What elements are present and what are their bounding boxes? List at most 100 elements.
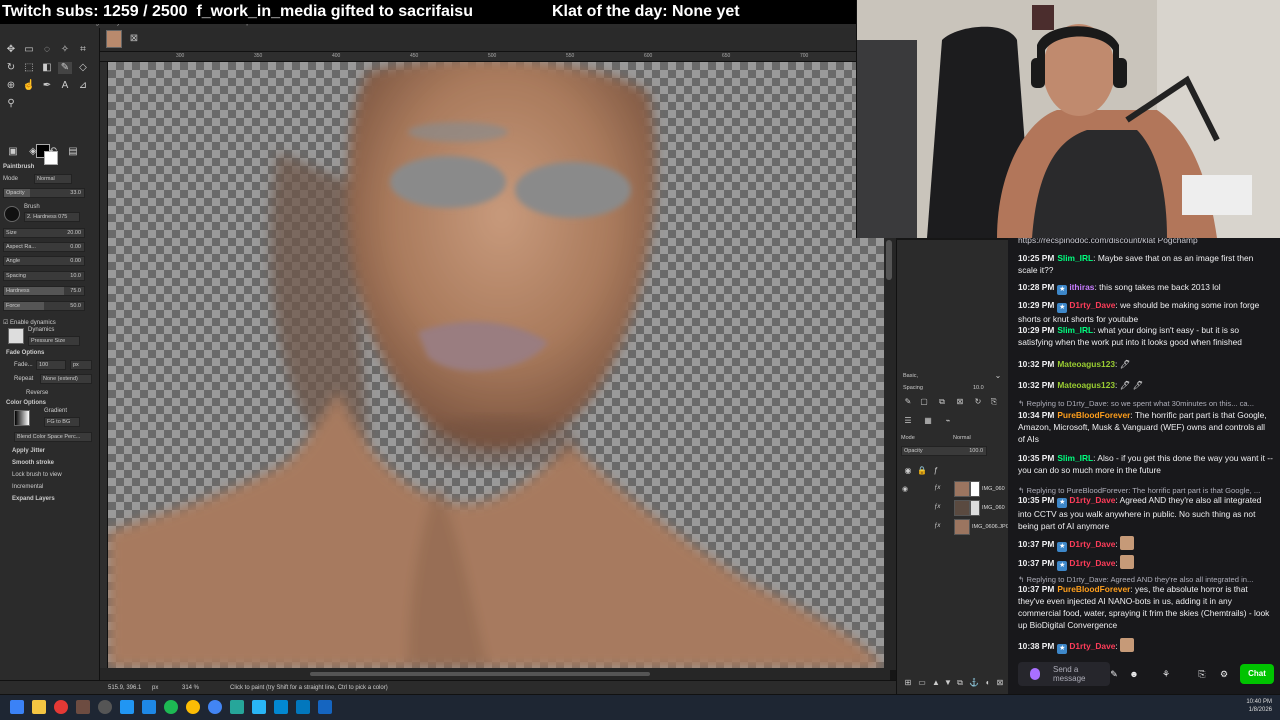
app-icon[interactable]: [120, 700, 134, 714]
size-slider[interactable]: Size 20.00: [3, 228, 85, 238]
chat-username[interactable]: Slim_IRL: [1057, 253, 1093, 263]
delete-brush-icon[interactable]: ⊠: [955, 397, 965, 407]
chat-username[interactable]: ithiras: [1069, 282, 1094, 292]
unit-select[interactable]: px: [152, 685, 158, 691]
obs-icon[interactable]: [98, 700, 112, 714]
undo-history-tab-icon[interactable]: ↶: [46, 146, 60, 158]
new-layer-group-icon[interactable]: ▭: [917, 678, 927, 688]
hardness-slider[interactable]: Hardness 75.0: [3, 286, 85, 296]
layer-mode-select[interactable]: Normal: [953, 435, 971, 441]
eye-icon[interactable]: ◉: [902, 485, 908, 493]
chat-username[interactable]: Slim_IRL: [1057, 453, 1093, 463]
edge-icon[interactable]: [142, 700, 156, 714]
zoom-select[interactable]: 314 %: [182, 685, 199, 691]
fade-length-input[interactable]: 100: [36, 360, 66, 370]
spotify-icon[interactable]: [164, 700, 178, 714]
fade-unit-select[interactable]: px: [70, 360, 92, 370]
warp-icon[interactable]: ↻: [4, 62, 18, 74]
layer-row[interactable]: ƒx IMG_0606.JPG: [896, 518, 1010, 536]
chrome-icon[interactable]: [186, 700, 200, 714]
free-select-icon[interactable]: ◌: [40, 44, 54, 56]
paintbrush-icon[interactable]: ✎: [58, 62, 72, 74]
brave-browser-icon[interactable]: [54, 700, 68, 714]
spacing-slider[interactable]: Spacing 10.0: [3, 271, 85, 281]
fuzzy-select-icon[interactable]: ✧: [58, 44, 72, 56]
layers-tab-icon[interactable]: ☰: [903, 416, 913, 426]
images-tab-icon[interactable]: ▤: [66, 146, 80, 158]
lock-position-icon[interactable]: 🔒: [917, 466, 927, 476]
chat-username[interactable]: D1rty_Dave: [1069, 539, 1115, 549]
chat-username[interactable]: Slim_IRL: [1057, 325, 1093, 335]
text-tool-icon[interactable]: A: [58, 80, 72, 92]
paths-icon[interactable]: ✒: [40, 80, 54, 92]
duplicate-layer-icon[interactable]: ⧉: [955, 678, 965, 688]
subscriber-badge-icon[interactable]: ★: [1057, 498, 1068, 508]
rect-select-icon[interactable]: ▭: [22, 44, 36, 56]
photos-icon[interactable]: [274, 700, 288, 714]
chat-username[interactable]: D1rty_Dave: [1069, 300, 1115, 310]
display-icon[interactable]: [296, 700, 310, 714]
remote-icon[interactable]: [318, 700, 332, 714]
gradient-preview[interactable]: [14, 410, 30, 426]
channels-tab-icon[interactable]: ▦: [923, 416, 933, 426]
new-brush-icon[interactable]: ▢: [919, 397, 929, 407]
chat-emote-image[interactable]: [1120, 638, 1135, 652]
subscriber-badge-icon[interactable]: ★: [1057, 542, 1068, 552]
mask-layer-icon[interactable]: ◐: [983, 678, 993, 688]
gift-icon[interactable]: ⎘: [1196, 668, 1208, 680]
emote-icon[interactable]: ☻: [1128, 668, 1140, 680]
lock-brush-checkbox[interactable]: Lock brush to view: [12, 472, 62, 478]
chat-emote-image[interactable]: [1120, 555, 1135, 569]
enable-dynamics-checkbox[interactable]: ☑ Enable dynamics: [3, 319, 56, 326]
tool-options-tab-icon[interactable]: ▣: [6, 146, 20, 158]
system-clock[interactable]: 10:40 PM 1/8/2026: [1226, 698, 1272, 714]
layer-row[interactable]: ◉ ƒx IMG_060: [896, 480, 1008, 498]
layer-row[interactable]: ƒx IMG_060: [896, 499, 1008, 517]
reverse-checkbox[interactable]: Reverse: [26, 390, 48, 396]
horizontal-scroll-thumb[interactable]: [310, 672, 650, 676]
transform-icon[interactable]: ⬚: [22, 62, 36, 74]
eraser-icon[interactable]: ◇: [76, 62, 90, 74]
paths-tab-icon[interactable]: ⌁: [943, 416, 953, 426]
refresh-brushes-icon[interactable]: ↻: [973, 397, 983, 407]
lock-pixels-icon[interactable]: ◉: [903, 466, 913, 476]
aspect-slider[interactable]: Aspect Ra... 0.00: [3, 242, 85, 252]
incremental-checkbox[interactable]: Incremental: [12, 484, 43, 490]
chat-username[interactable]: Mateoagus123: [1057, 359, 1115, 369]
crop-icon[interactable]: ⌗: [76, 44, 90, 56]
layer-opacity-slider[interactable]: Opacity 100.0: [901, 446, 987, 456]
new-layer-icon[interactable]: ⊞: [903, 678, 913, 688]
bucket-fill-icon[interactable]: ◧: [40, 62, 54, 74]
chat-username[interactable]: Mateoagus123: [1057, 380, 1115, 390]
blend-space-select[interactable]: Blend Color Space Perc...: [14, 432, 92, 442]
translate-icon[interactable]: ✎: [1108, 668, 1120, 680]
repeat-select[interactable]: None (extend): [40, 374, 92, 384]
gradient-select[interactable]: FG to BG: [44, 417, 80, 427]
gimp-taskbar-icon[interactable]: [76, 700, 90, 714]
expand-layers-checkbox[interactable]: Expand Layers: [12, 496, 55, 502]
smudge-icon[interactable]: ☝: [22, 80, 36, 92]
chat-username[interactable]: PureBloodForever: [1057, 584, 1130, 594]
dynamics-select[interactable]: Pressure Size: [28, 336, 80, 346]
settings-gear-icon[interactable]: ⚙: [1218, 668, 1230, 680]
device-status-tab-icon[interactable]: ◈: [26, 146, 40, 158]
chat-username[interactable]: D1rty_Dave: [1069, 495, 1115, 505]
raise-layer-icon[interactable]: ▲: [931, 678, 941, 688]
image-tab-thumbnail[interactable]: [106, 30, 122, 48]
mode-select[interactable]: Normal: [34, 174, 72, 184]
windows-start-icon[interactable]: [10, 700, 24, 714]
edit-brush-icon[interactable]: ✎: [903, 397, 913, 407]
brush-select[interactable]: 2. Hardness 075: [24, 212, 80, 222]
vertical-scroll-thumb[interactable]: [886, 240, 892, 280]
file-explorer-icon[interactable]: [32, 700, 46, 714]
chrome-profile-icon[interactable]: [208, 700, 222, 714]
bits-icon[interactable]: [1030, 668, 1040, 680]
channel-points-icon[interactable]: ⚘: [1160, 668, 1172, 680]
chat-emote-image[interactable]: [1120, 536, 1135, 550]
smooth-stroke-checkbox[interactable]: Smooth stroke: [12, 460, 54, 466]
chevron-down-icon[interactable]: ⌄: [993, 371, 1003, 381]
angle-slider[interactable]: Angle 0.00: [3, 256, 85, 266]
image-canvas[interactable]: [108, 62, 884, 668]
force-slider[interactable]: Force 50.0: [3, 301, 85, 311]
close-tab-icon[interactable]: ⊠: [128, 33, 140, 45]
